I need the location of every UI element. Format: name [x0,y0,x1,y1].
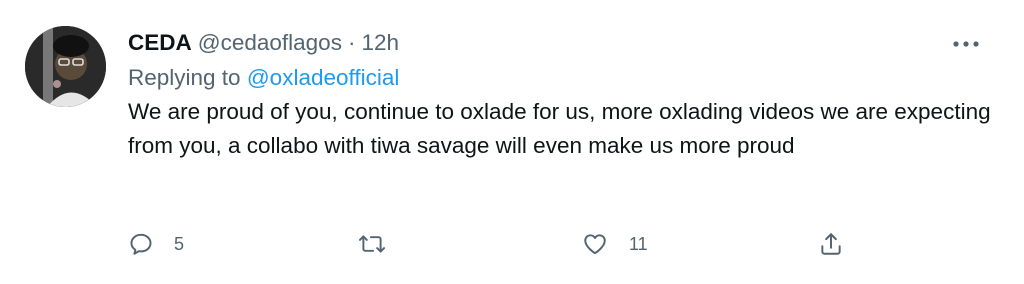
reply-count: 5 [174,233,185,254]
heart-icon [584,234,606,255]
share-button[interactable] [818,226,864,262]
replying-to: Replying to @oxladeofficial [128,62,1000,94]
like-button[interactable]: 11 [581,226,648,262]
author-handle[interactable]: @cedaoflagos [198,30,342,56]
avatar-image [25,26,106,107]
tweet-content: CEDA @cedaoflagos · 12h Replying to @oxl… [128,26,1000,163]
avatar[interactable] [25,26,106,107]
reply-button[interactable]: 5 [128,226,184,262]
replying-to-mention[interactable]: @oxladeofficial [247,65,400,90]
tweet-card[interactable]: CEDA @cedaoflagos · 12h Replying to @oxl… [0,0,1024,284]
timestamp[interactable]: 12h [361,30,399,56]
tweet-text: We are proud of you, continue to oxlade … [128,99,991,158]
like-count: 11 [629,233,648,254]
share-icon [821,233,841,255]
retweet-icon [358,235,386,253]
separator-dot: · [347,30,356,55]
replying-prefix: Replying to [128,65,241,90]
tweet-header: CEDA @cedaoflagos · 12h [128,26,1000,60]
more-options-button[interactable] [946,32,986,56]
tweet-actions: 5 11 [128,226,868,262]
author-name[interactable]: CEDA [128,30,192,56]
reply-icon [130,233,152,255]
more-options-icon [953,41,979,47]
retweet-button[interactable] [358,226,406,262]
